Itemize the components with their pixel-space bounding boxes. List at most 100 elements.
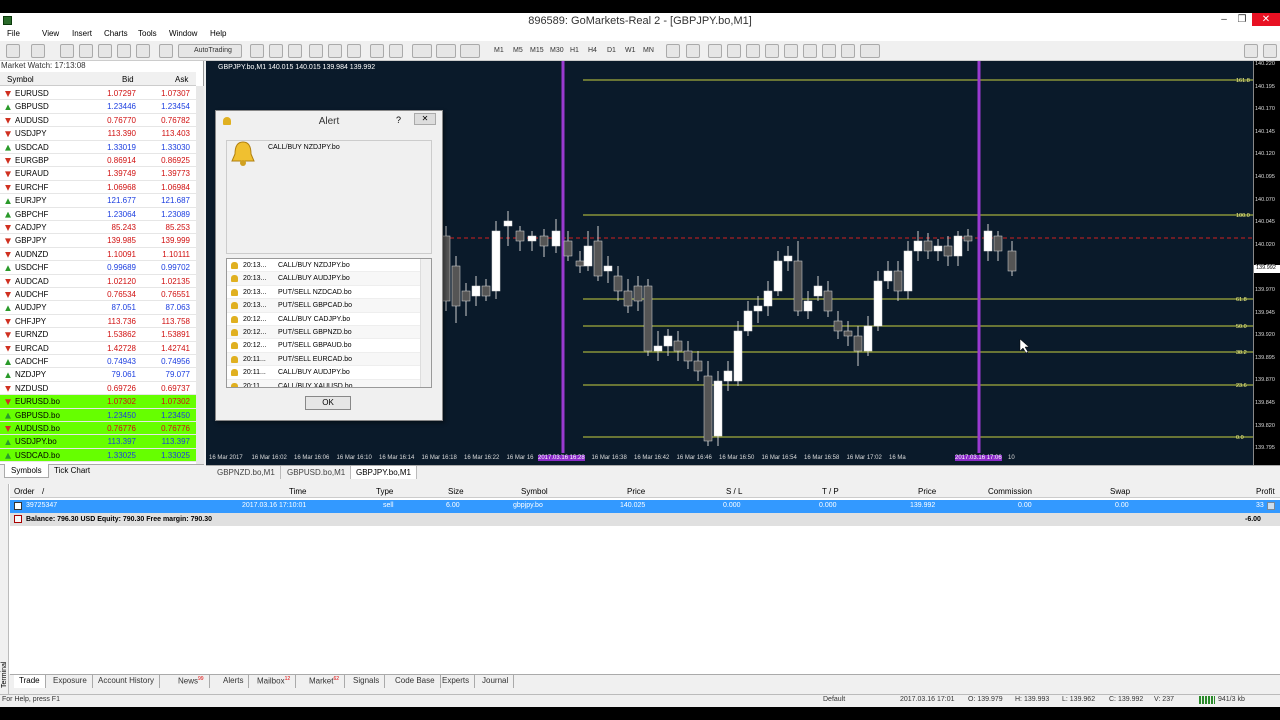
market-watch-row[interactable]: AUDUSD.bo 0.76776 0.76776 bbox=[0, 422, 196, 436]
profiles-icon[interactable] bbox=[31, 44, 45, 58]
candlestick-icon[interactable] bbox=[269, 44, 283, 58]
market-watch-row[interactable]: CHFJPY 113.736 113.758 bbox=[0, 315, 196, 329]
menu-window[interactable]: Window bbox=[169, 29, 197, 38]
status-profile[interactable]: Default bbox=[823, 696, 845, 703]
cursor-icon[interactable] bbox=[666, 44, 680, 58]
autoscroll-icon[interactable] bbox=[389, 44, 403, 58]
horizontal-line-icon[interactable] bbox=[727, 44, 741, 58]
zoom-out-icon[interactable] bbox=[328, 44, 342, 58]
shapes-icon[interactable] bbox=[841, 44, 855, 58]
chart-tab-gbpnzd[interactable]: GBPNZD.bo,M1 bbox=[212, 466, 281, 479]
market-watch-row[interactable]: EURCAD 1.42728 1.42741 bbox=[0, 342, 196, 355]
tf-m1[interactable]: M1 bbox=[494, 47, 504, 54]
zoom-in-icon[interactable] bbox=[309, 44, 323, 58]
menu-view[interactable]: View bbox=[42, 29, 59, 38]
market-watch-row[interactable]: EURCHF 1.06968 1.06984 bbox=[0, 181, 196, 195]
menu-help[interactable]: Help bbox=[210, 29, 226, 38]
market-watch-row[interactable]: GBPCHF 1.23064 1.23089 bbox=[0, 208, 196, 221]
col-profit[interactable]: Profit bbox=[1256, 487, 1275, 496]
market-watch-row[interactable]: EURNZD 1.53862 1.53891 bbox=[0, 328, 196, 342]
market-watch-row[interactable]: EURAUD 1.39749 1.39773 bbox=[0, 167, 196, 181]
market-watch-row[interactable]: CADJPY 85.243 85.253 bbox=[0, 221, 196, 235]
alert-history-row[interactable]: 20:11... CALL/BUY XAUUSD.bo bbox=[227, 379, 421, 387]
chart-tab-gbpjpy[interactable]: GBPJPY.bo,M1 bbox=[351, 466, 417, 479]
tf-h1[interactable]: H1 bbox=[570, 47, 579, 54]
chart-tab-gbpusd[interactable]: GBPUSD.bo,M1 bbox=[282, 466, 352, 479]
terminal-tab[interactable]: Exposure bbox=[48, 675, 93, 688]
trendline-icon[interactable] bbox=[746, 44, 760, 58]
terminal-tab[interactable]: Market62 bbox=[304, 675, 346, 688]
alert-history-row[interactable]: 20:13... PUT/SELL GBPCAD.bo bbox=[227, 299, 421, 313]
menu-file[interactable]: File bbox=[7, 29, 20, 38]
close-order-icon[interactable] bbox=[1267, 502, 1275, 510]
market-watch-scrollbar[interactable] bbox=[196, 86, 204, 464]
tf-w1[interactable]: W1 bbox=[625, 47, 636, 54]
bar-chart-icon[interactable] bbox=[250, 44, 264, 58]
text-icon[interactable] bbox=[803, 44, 817, 58]
terminal-icon[interactable] bbox=[117, 44, 131, 58]
tile-windows-icon[interactable] bbox=[347, 44, 361, 58]
chart-shift-icon[interactable] bbox=[370, 44, 384, 58]
search-icon[interactable] bbox=[1244, 44, 1258, 58]
alert-history-row[interactable]: 20:13... CALL/BUY AUDJPY.bo bbox=[227, 272, 421, 286]
col-commission[interactable]: Commission bbox=[988, 487, 1032, 496]
terminal-tab[interactable]: Signals bbox=[348, 675, 386, 688]
terminal-tab[interactable]: Alerts bbox=[218, 675, 250, 688]
maximize-button[interactable]: ❐ bbox=[1231, 13, 1253, 26]
alert-close-button[interactable]: ✕ bbox=[414, 113, 436, 125]
alert-list-scrollbar[interactable] bbox=[420, 259, 431, 387]
periods-icon[interactable] bbox=[436, 44, 456, 58]
market-watch-row[interactable]: USDCAD 1.33019 1.33030 bbox=[0, 141, 196, 154]
col-tp[interactable]: T / P bbox=[822, 487, 839, 496]
alert-history-row[interactable]: 20:13... PUT/SELL NZDCAD.bo bbox=[227, 286, 421, 300]
channel-icon[interactable] bbox=[765, 44, 779, 58]
tf-m5[interactable]: M5 bbox=[513, 47, 523, 54]
col-order[interactable]: Order bbox=[14, 487, 34, 496]
data-window-icon[interactable] bbox=[98, 44, 112, 58]
market-watch-row[interactable]: AUDUSD 0.76770 0.76782 bbox=[0, 114, 196, 128]
terminal-tab[interactable]: Mailbox12 bbox=[252, 675, 297, 688]
tf-m30[interactable]: M30 bbox=[550, 47, 564, 54]
market-watch-row[interactable]: GBPJPY 139.985 139.999 bbox=[0, 234, 196, 248]
terminal-tab[interactable]: Code Base bbox=[390, 675, 441, 688]
market-watch-row[interactable]: USDCHF 0.99689 0.99702 bbox=[0, 261, 196, 275]
terminal-tab[interactable]: Trade bbox=[14, 675, 46, 688]
col-sl[interactable]: S / L bbox=[726, 487, 742, 496]
alert-ok-button[interactable]: OK bbox=[305, 396, 351, 410]
tester-icon[interactable] bbox=[136, 44, 150, 58]
close-button[interactable]: ✕ bbox=[1252, 13, 1280, 26]
market-watch-row[interactable]: NZDJPY 79.061 79.077 bbox=[0, 368, 196, 382]
col-symbol[interactable]: Symbol bbox=[7, 75, 34, 84]
col-symbol[interactable]: Symbol bbox=[521, 487, 548, 496]
market-watch-row[interactable]: EURGBP 0.86914 0.86925 bbox=[0, 154, 196, 168]
indicators-icon[interactable] bbox=[412, 44, 432, 58]
templates-icon[interactable] bbox=[460, 44, 480, 58]
line-chart-icon[interactable] bbox=[288, 44, 302, 58]
market-watch-row[interactable]: AUDNZD 1.10091 1.10111 bbox=[0, 248, 196, 262]
alert-history-row[interactable]: 20:12... PUT/SELL GBPAUD.bo bbox=[227, 339, 421, 353]
market-watch-row[interactable]: USDCAD.bo 1.33025 1.33025 bbox=[0, 448, 196, 463]
new-chart-icon[interactable] bbox=[6, 44, 20, 58]
market-watch-row[interactable]: EURUSD 1.07297 1.07307 bbox=[0, 87, 196, 101]
tf-d1[interactable]: D1 bbox=[607, 47, 616, 54]
menu-charts[interactable]: Charts bbox=[104, 29, 128, 38]
arrows-icon[interactable] bbox=[860, 44, 880, 58]
tab-tick-chart[interactable]: Tick Chart bbox=[48, 464, 96, 478]
col-swap[interactable]: Swap bbox=[1110, 487, 1130, 496]
text-label-icon[interactable] bbox=[822, 44, 836, 58]
market-watch-row[interactable]: USDJPY.bo 113.397 113.397 bbox=[0, 435, 196, 449]
tf-h4[interactable]: H4 bbox=[588, 47, 597, 54]
vertical-line-icon[interactable] bbox=[708, 44, 722, 58]
alert-history-row[interactable]: 20:12... PUT/SELL GBPNZD.bo bbox=[227, 326, 421, 340]
market-watch-row[interactable]: NZDUSD 0.69726 0.69737 bbox=[0, 382, 196, 396]
metaeditor-icon[interactable] bbox=[159, 44, 173, 58]
market-watch-row[interactable]: EURJPY 121.677 121.687 bbox=[0, 194, 196, 208]
market-watch-row[interactable]: CADCHF 0.74943 0.74956 bbox=[0, 355, 196, 369]
alert-help-button[interactable]: ? bbox=[396, 115, 401, 125]
alert-history-row[interactable]: 20:13... CALL/BUY NZDJPY.bo bbox=[227, 259, 421, 273]
menu-insert[interactable]: Insert bbox=[72, 29, 92, 38]
navigator-icon[interactable] bbox=[79, 44, 93, 58]
market-watch-row[interactable]: EURUSD.bo 1.07302 1.07302 bbox=[0, 395, 196, 409]
col-bid[interactable]: Bid bbox=[122, 75, 134, 84]
col-ask[interactable]: Ask bbox=[175, 75, 188, 84]
